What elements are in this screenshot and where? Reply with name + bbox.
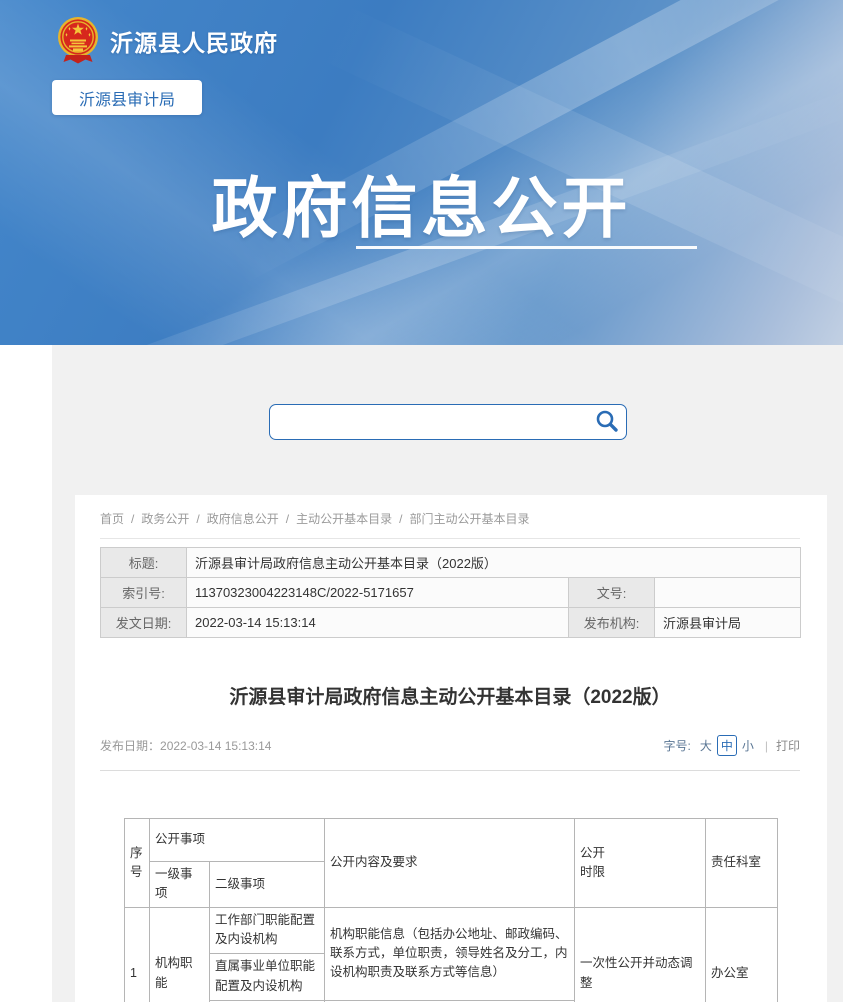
department-tab[interactable]: 沂源县审计局: [52, 80, 202, 115]
search-bar: [269, 404, 627, 440]
col-header-deadline: 公开 时限: [575, 819, 706, 908]
meta-row-title: 标题: 沂源县审计局政府信息主动公开基本目录（2022版）: [101, 548, 801, 578]
breadcrumb-home[interactable]: 首页: [100, 512, 124, 526]
publish-date-label: 发布日期：: [100, 739, 160, 753]
tools-divider: |: [765, 739, 768, 753]
fontsize-label: 字号:: [663, 737, 690, 754]
publish-date-value: 2022-03-14 15:13:14: [160, 739, 271, 753]
col-header-seq: 序号: [125, 819, 150, 908]
breadcrumb-separator: /: [286, 512, 289, 526]
breadcrumb-item[interactable]: 政务公开: [141, 512, 189, 526]
breadcrumb-item-current[interactable]: 部门主动公开基本目录: [409, 512, 529, 526]
fontsize-medium-button[interactable]: 中: [717, 735, 737, 756]
cell-level2: 直属事业单位职能配置及内设机构: [210, 953, 325, 1000]
col-header-level1: 一级事项: [150, 862, 210, 908]
document-meta-table: 标题: 沂源县审计局政府信息主动公开基本目录（2022版） 索引号: 11370…: [100, 547, 801, 638]
meta-row-index: 索引号: 11370323004223148C/2022-5171657 文号:: [101, 578, 801, 608]
meta-row-date: 发文日期: 2022-03-14 15:13:14 发布机构: 沂源县审计局: [101, 608, 801, 638]
meta-title-value: 沂源县审计局政府信息主动公开基本目录（2022版）: [187, 548, 801, 578]
article-title: 沂源县审计局政府信息主动公开基本目录（2022版）: [100, 682, 800, 709]
content-panel: 首页 / 政务公开 / 政府信息公开 / 主动公开基本目录 / 部门主动公开基本目录 标题: 沂…: [52, 345, 843, 1002]
page: 沂源县人民政府 沂源县审计局 政府信息公开 首页 / 政务公开 / 政府信息公开 / 主动公…: [0, 0, 843, 1002]
meta-org-value: 沂源县审计局: [655, 608, 801, 638]
breadcrumb-separator: /: [399, 512, 402, 526]
cell-level2: 工作部门职能配置及内设机构: [210, 907, 325, 953]
col-header-owner: 责任科室: [706, 819, 778, 908]
catalog-body-row: 1 机构职能 工作部门职能配置及内设机构 机构职能信息（包括办公地址、邮政编码、…: [125, 907, 778, 953]
meta-date-label: 发文日期:: [101, 608, 187, 638]
meta-org-label: 发布机构:: [569, 608, 655, 638]
cell-deadline: 一次性公开并动态调整: [575, 907, 706, 1002]
meta-date-value: 2022-03-14 15:13:14: [187, 608, 569, 638]
breadcrumb-item[interactable]: 政府信息公开: [207, 512, 279, 526]
print-button[interactable]: 打印: [776, 737, 800, 754]
meta-title-label: 标题:: [101, 548, 187, 578]
search-icon: [594, 408, 620, 434]
cell-content: 机构职能信息（包括办公地址、邮政编码、联系方式，单位职责，领导姓名及分工，内设机…: [325, 907, 575, 1000]
cell-owner: 办公室: [706, 907, 778, 1002]
meta-index-value: 11370323004223148C/2022-5171657: [187, 578, 569, 608]
national-emblem-icon: [56, 14, 100, 68]
catalog-table: 序号 公开事项 公开内容及要求 公开 时限 责任科室 一级事项 二级事项 1 机…: [124, 818, 778, 1002]
article-card: 首页 / 政务公开 / 政府信息公开 / 主动公开基本目录 / 部门主动公开基本目录 标题: 沂…: [75, 495, 827, 1002]
catalog-header-row-1: 序号 公开事项 公开内容及要求 公开 时限 责任科室: [125, 819, 778, 862]
meta-index-label: 索引号:: [101, 578, 187, 608]
publish-date: 发布日期：2022-03-14 15:13:14: [100, 737, 271, 754]
hero-title-underline: [356, 246, 697, 249]
fontsize-small-button[interactable]: 小: [739, 736, 757, 755]
meta-docno-value: [655, 578, 801, 608]
hero-title: 政府信息公开: [0, 155, 843, 251]
site-name: 沂源县人民政府: [110, 24, 278, 58]
col-header-level2: 二级事项: [210, 862, 325, 908]
search-button[interactable]: [593, 408, 621, 436]
site-brand[interactable]: 沂源县人民政府: [56, 14, 278, 68]
breadcrumb-separator: /: [131, 512, 134, 526]
fontsize-large-button[interactable]: 大: [697, 736, 715, 755]
article-tools: 字号: 大 中 小 | 打印: [663, 735, 800, 756]
cell-seq: 1: [125, 907, 150, 1002]
meta-docno-label: 文号:: [569, 578, 655, 608]
breadcrumb-item[interactable]: 主动公开基本目录: [296, 512, 392, 526]
article-meta-row: 发布日期：2022-03-14 15:13:14 字号: 大 中 小 | 打印: [100, 735, 800, 756]
cell-level1: 机构职能: [150, 907, 210, 1002]
col-header-content: 公开内容及要求: [325, 819, 575, 908]
breadcrumb: 首页 / 政务公开 / 政府信息公开 / 主动公开基本目录 / 部门主动公开基本目录: [100, 495, 800, 539]
hero-banner: 沂源县人民政府 沂源县审计局 政府信息公开: [0, 0, 843, 345]
search-input[interactable]: [269, 404, 627, 440]
breadcrumb-separator: /: [196, 512, 199, 526]
section-divider: [100, 770, 800, 771]
col-header-matters: 公开事项: [150, 819, 325, 862]
